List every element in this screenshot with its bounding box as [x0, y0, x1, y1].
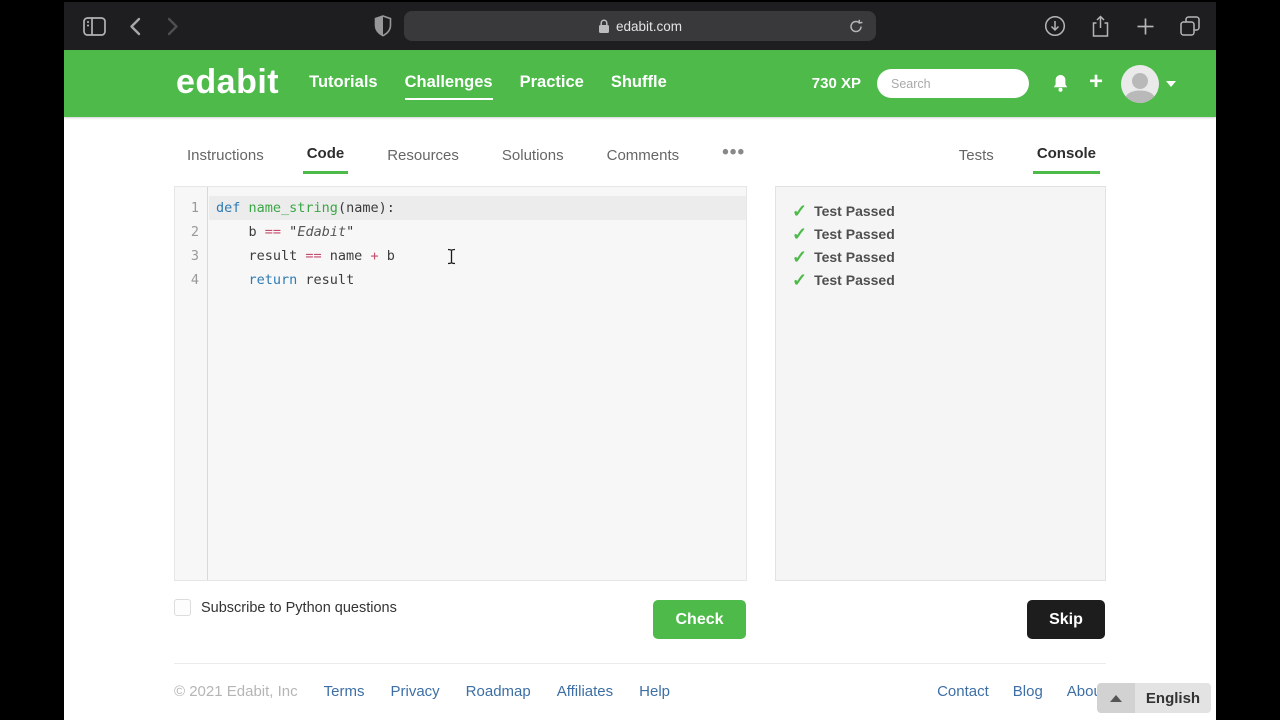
line-number: 2	[190, 224, 199, 240]
tab-code[interactable]: Code	[302, 132, 349, 174]
check-mark-icon: ✓	[792, 224, 808, 244]
main-nav: Tutorials Challenges Practice Shuffle	[309, 67, 667, 100]
test-result-row: ✓ Test Passed	[792, 223, 1105, 246]
tab-solutions[interactable]: Solutions	[498, 134, 568, 173]
code-line-3[interactable]: result == name + b	[209, 244, 746, 268]
tab-console[interactable]: Console	[1032, 132, 1100, 174]
check-mark-icon: ✓	[792, 201, 808, 221]
privacy-shield-icon[interactable]	[370, 2, 396, 50]
nav-item-shuffle[interactable]: Shuffle	[611, 67, 667, 100]
nav-item-tutorials[interactable]: Tutorials	[309, 67, 377, 100]
tab-comments[interactable]: Comments	[603, 134, 684, 173]
footer-link-contact[interactable]: Contact	[937, 683, 989, 700]
browser-toolbar: edabit.com	[64, 2, 1216, 50]
forward-icon[interactable]	[160, 2, 186, 50]
check-button[interactable]: Check	[653, 600, 746, 639]
footer-link-affiliates[interactable]: Affiliates	[557, 683, 613, 700]
code-line-1[interactable]: def name_string(name):	[209, 196, 746, 220]
panel-tabs: Instructions Code Resources Solutions Commen…	[174, 117, 1106, 181]
language-selector[interactable]: English	[1097, 683, 1211, 713]
caret-up-icon	[1110, 694, 1122, 702]
url-text: edabit.com	[615, 18, 683, 34]
footer-link-help[interactable]: Help	[639, 683, 670, 700]
text-cursor-icon	[446, 248, 457, 269]
url-bar[interactable]: edabit.com	[404, 11, 876, 41]
share-icon[interactable]	[1088, 14, 1112, 38]
subscribe-label: Subscribe to Python questions	[201, 599, 397, 616]
browser-window: edabit.com edabit Tutorials Challenges Pra…	[64, 2, 1216, 720]
xp-counter[interactable]: 730 XP	[812, 75, 861, 92]
copyright-text: © 2021 Edabit, Inc	[174, 683, 298, 700]
test-result-label: Test Passed	[814, 226, 895, 242]
test-result-row: ✓ Test Passed	[792, 246, 1105, 269]
subscribe-checkbox-row[interactable]: Subscribe to Python questions	[174, 599, 397, 616]
downloads-icon[interactable]	[1043, 14, 1067, 38]
search-input[interactable]	[876, 69, 1029, 98]
back-icon[interactable]	[122, 2, 148, 50]
check-mark-icon: ✓	[792, 247, 808, 267]
tab-overview-icon[interactable]	[1178, 14, 1202, 38]
nav-item-challenges[interactable]: Challenges	[404, 67, 493, 100]
test-result-row: ✓ Test Passed	[792, 200, 1105, 223]
footer-link-roadmap[interactable]: Roadmap	[466, 683, 531, 700]
console-panel: ✓ Test Passed ✓ Test Passed ✓ Test Passed ✓ Tes…	[775, 186, 1106, 581]
edabit-logo[interactable]: edabit	[176, 65, 279, 99]
nav-item-practice[interactable]: Practice	[520, 67, 584, 100]
language-expand-button[interactable]	[1097, 683, 1135, 713]
new-tab-icon[interactable]	[1133, 14, 1157, 38]
footer-link-terms[interactable]: Terms	[324, 683, 365, 700]
lock-icon	[598, 19, 610, 34]
line-number-gutter: 1 2 3 4	[175, 187, 208, 580]
subscribe-checkbox[interactable]	[174, 599, 191, 616]
line-number: 4	[190, 272, 199, 288]
avatar[interactable]	[1121, 64, 1159, 103]
skip-button[interactable]: Skip	[1027, 600, 1105, 639]
line-number: 1	[190, 200, 199, 216]
sidebar-toggle-icon[interactable]	[80, 2, 108, 50]
tab-resources[interactable]: Resources	[383, 134, 463, 173]
tab-more-icon[interactable]: •••	[718, 129, 749, 177]
code-line-4[interactable]: return result	[209, 268, 746, 292]
account-caret-icon[interactable]	[1166, 80, 1176, 87]
footer-link-privacy[interactable]: Privacy	[390, 683, 439, 700]
language-label[interactable]: English	[1135, 683, 1211, 713]
line-number: 3	[190, 248, 199, 264]
code-editor[interactable]: 1 2 3 4 def name_string(name): b == "Edabit…	[174, 186, 747, 581]
check-mark-icon: ✓	[792, 270, 808, 290]
code-line-2[interactable]: b == "Edabit"	[209, 220, 746, 244]
tab-tests[interactable]: Tests	[955, 134, 998, 173]
footer: © 2021 Edabit, Inc Terms Privacy Roadmap Af…	[174, 664, 1106, 700]
test-result-label: Test Passed	[814, 203, 895, 219]
tab-instructions[interactable]: Instructions	[183, 134, 268, 173]
add-challenge-icon[interactable]: +	[1089, 70, 1103, 94]
notifications-bell-icon[interactable]	[1051, 73, 1070, 94]
test-result-row: ✓ Test Passed	[792, 269, 1105, 292]
test-result-label: Test Passed	[814, 272, 895, 288]
site-navbar: edabit Tutorials Challenges Practice Shuffl…	[64, 50, 1216, 117]
reload-icon[interactable]	[844, 14, 868, 38]
test-result-label: Test Passed	[814, 249, 895, 265]
footer-link-blog[interactable]: Blog	[1013, 683, 1043, 700]
